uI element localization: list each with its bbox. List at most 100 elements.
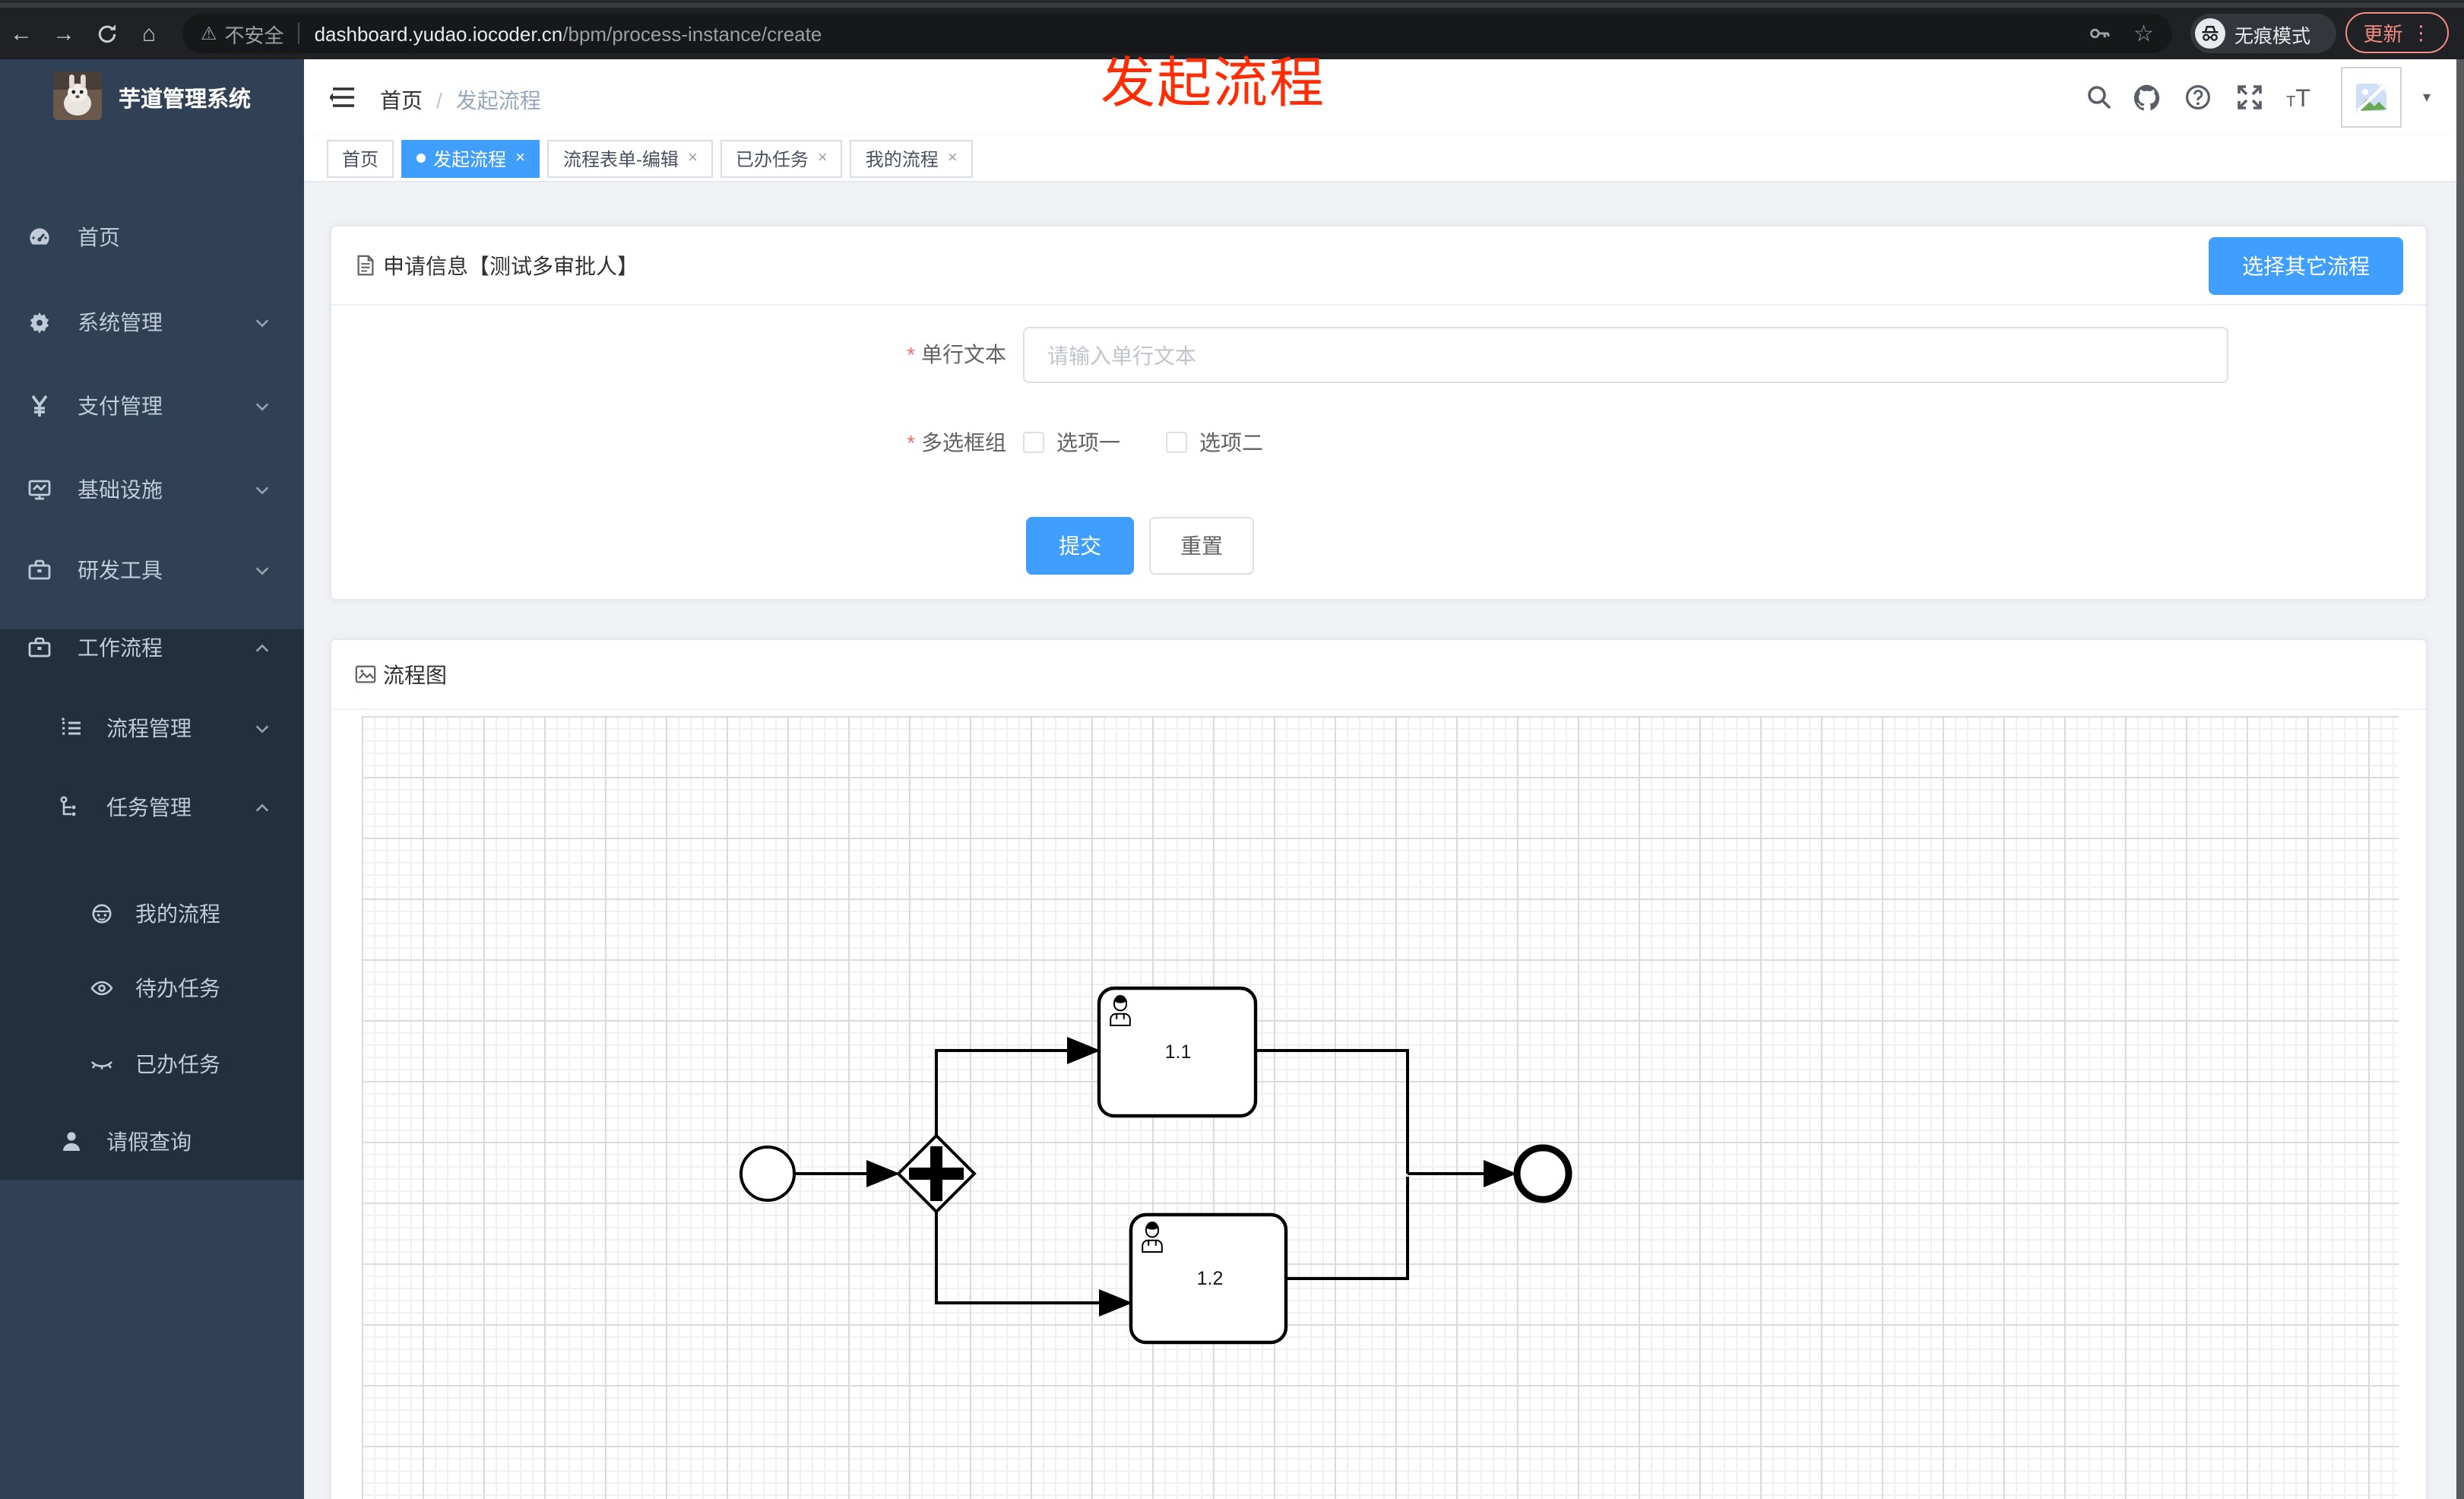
sidebar-item-dev-tools[interactable]: 研发工具 (0, 537, 304, 604)
close-icon[interactable]: × (818, 149, 828, 167)
sidebar-item-label: 待办任务 (135, 976, 220, 1000)
address-bar[interactable]: ⚠ 不安全 dashboard.yudao.iocoder.cn /bpm/pr… (182, 14, 2172, 53)
flow-gateway-to-task1 (935, 1037, 1101, 1136)
field-label-text: 多选框组 (921, 430, 1006, 455)
annotation-text: 发起流程 (1101, 52, 1326, 114)
browser-reload-button[interactable] (85, 21, 128, 46)
tab-done-tasks[interactable]: 已办任务 × (720, 139, 843, 177)
browser-chrome: ← → ⌂ ⚠ 不安全 dashboard.yudao.iocoder.cn /… (0, 0, 2464, 59)
tab-process-form-edit[interactable]: 流程表单-编辑 × (547, 139, 713, 177)
tab-label: 发起流程 (433, 148, 507, 170)
sidebar-item-infrastructure[interactable]: 基础设施 (0, 456, 304, 523)
fullscreen-icon[interactable] (2234, 84, 2265, 114)
url-path: /bpm/process-instance/create (562, 22, 822, 45)
eye-icon (90, 981, 113, 996)
flow-task1-to-join (1256, 1049, 1409, 1174)
incognito-badge: 无痕模式 (2190, 14, 2336, 53)
browser-back-button[interactable]: ← (0, 21, 43, 46)
sidebar-item-process-management[interactable]: 流程管理 (0, 695, 304, 762)
sidebar-item-done-tasks[interactable]: 已办任务 (0, 1031, 304, 1098)
chevron-down-icon (255, 402, 269, 410)
sidebar-item-todo-tasks[interactable]: 待办任务 (0, 955, 304, 1022)
browser-home-button[interactable]: ⌂ (128, 21, 170, 46)
github-icon[interactable] (2131, 84, 2162, 114)
tab-my-process[interactable]: 我的流程 × (850, 139, 973, 177)
single-line-text-input[interactable] (1023, 327, 2228, 383)
tab-home[interactable]: 首页 (327, 139, 394, 177)
not-secure-warning-icon: ⚠ (201, 23, 217, 44)
flow-task2-to-join (1286, 1177, 1409, 1280)
sidebar-item-home[interactable]: 首页 (0, 204, 304, 271)
sidebar-item-workflow[interactable]: 工作流程 (0, 614, 304, 681)
sidebar-item-task-management[interactable]: 任务管理 (0, 774, 304, 841)
app-logo (53, 71, 102, 120)
close-icon[interactable]: × (688, 149, 698, 167)
process-diagram-title: 流程图 (383, 662, 447, 686)
monitor-icon (28, 480, 51, 500)
avatar-caret-icon[interactable]: ▾ (2423, 90, 2431, 106)
process-diagram-card: 流程图 1.1 1.2 (330, 639, 2428, 1499)
close-icon[interactable]: × (948, 149, 958, 167)
search-icon[interactable] (2084, 84, 2114, 114)
toolbox-icon (28, 559, 51, 580)
sidebar-item-my-process[interactable]: 我的流程 (0, 880, 304, 947)
key-icon[interactable] (2088, 21, 2112, 46)
font-size-icon[interactable]: TT (2283, 87, 2314, 117)
breadcrumb-home-link[interactable]: 首页 (380, 85, 423, 116)
tab-bar: 首页 发起流程 × 流程表单-编辑 × 已办任务 × 我的流程 × (304, 135, 2464, 182)
font-size-small-t: T (2286, 94, 2296, 111)
browser-forward-button[interactable]: → (43, 21, 85, 46)
sidebar-item-system[interactable]: 系统管理 (0, 289, 304, 356)
bpmn-canvas: 1.1 1.2 (362, 716, 2399, 1499)
submit-button[interactable]: 提交 (1026, 517, 1134, 575)
checkbox-option-2[interactable] (1166, 432, 1187, 453)
single-line-label: * 单行文本 (331, 327, 1006, 383)
reset-button[interactable]: 重置 (1149, 517, 1254, 575)
sidebar-item-leave-query[interactable]: 请假查询 (0, 1108, 304, 1175)
checkbox-group-label: * 多选框组 (331, 427, 1006, 458)
security-label: 不安全 (224, 24, 284, 46)
main-content: 申请信息【测试多审批人】 选择其它流程 *单行文本 *多选框组 选项一 选项二 … (304, 182, 2464, 1499)
chevron-down-icon (255, 318, 269, 327)
font-size-big-t: T (2295, 87, 2310, 113)
update-label: 更新 (2363, 23, 2403, 46)
top-navbar: 首页 / 发起流程 TT ▾ (304, 59, 2464, 135)
page-scrollbar[interactable] (2456, 59, 2464, 1499)
tree-icon (60, 796, 76, 816)
chevron-up-icon (255, 803, 269, 811)
screenshot-root: ← → ⌂ ⚠ 不安全 dashboard.yudao.iocoder.cn /… (0, 0, 2464, 1499)
browser-menu-icon[interactable]: ⋮ (2411, 21, 2431, 45)
close-icon[interactable]: × (515, 149, 525, 167)
avatar[interactable] (2341, 67, 2402, 128)
tab-label: 流程表单-编辑 (562, 148, 679, 170)
reload-icon (97, 24, 116, 43)
sidebar-item-payment[interactable]: 支付管理 (0, 372, 304, 439)
hamburger-icon[interactable] (330, 84, 357, 111)
help-icon[interactable] (2183, 84, 2213, 114)
tab-start-process[interactable]: 发起流程 × (401, 139, 540, 177)
select-other-process-button[interactable]: 选择其它流程 (2209, 237, 2403, 295)
checkbox-option-2-label[interactable]: 选项二 (1199, 427, 1263, 458)
checkbox-option-1[interactable] (1023, 432, 1044, 453)
required-mark: * (907, 342, 915, 366)
browser-update-button[interactable]: 更新 ⋮ (2345, 12, 2449, 53)
image-icon (355, 665, 376, 683)
bookmark-star-icon[interactable]: ☆ (2133, 20, 2154, 47)
tab-label: 已办任务 (735, 148, 809, 170)
yen-icon (31, 395, 48, 417)
bpmn-diagram: 1.1 1.2 (740, 986, 1572, 1345)
list-icon (62, 718, 81, 735)
end-event (1513, 1144, 1572, 1203)
tab-label: 首页 (342, 148, 379, 170)
sidebar-item-label: 任务管理 (106, 795, 192, 819)
apply-info-card: 申请信息【测试多审批人】 选择其它流程 *单行文本 *多选框组 选项一 选项二 … (330, 225, 2428, 601)
chevron-up-icon (255, 643, 269, 651)
required-mark: * (907, 430, 915, 455)
task-2-label: 1.2 (1197, 1268, 1224, 1289)
breadcrumb-separator: / (436, 88, 442, 113)
apply-info-card-header: 申请信息【测试多审批人】 选择其它流程 (331, 227, 2426, 306)
sidebar-item-label: 已办任务 (135, 1052, 220, 1076)
address-bar-divider (297, 23, 299, 44)
document-icon (357, 255, 374, 276)
checkbox-option-1-label[interactable]: 选项一 (1056, 427, 1120, 458)
